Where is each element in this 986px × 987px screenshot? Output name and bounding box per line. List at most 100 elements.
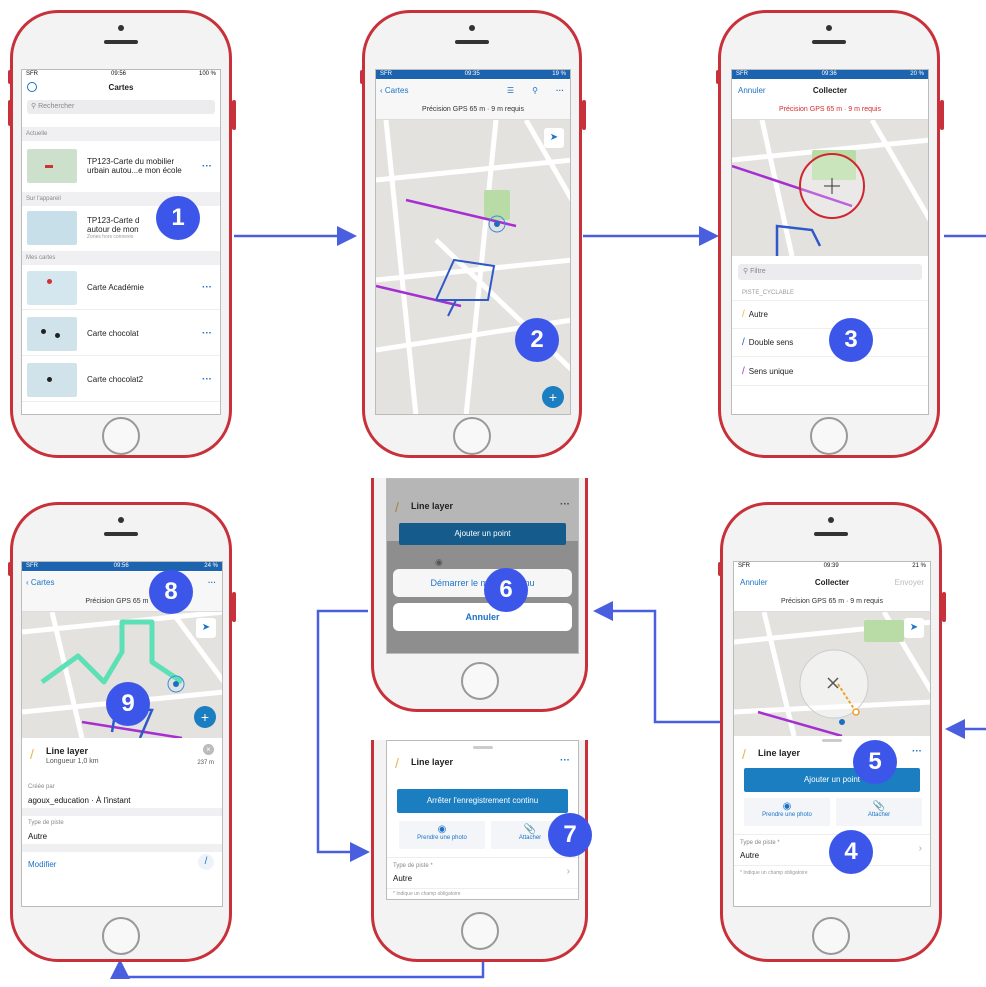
add-feature-button[interactable]: + (542, 386, 564, 408)
required-note: * Indique un champ obligatoire (393, 891, 461, 897)
layers-icon[interactable]: ☰ (507, 86, 514, 95)
filter-input[interactable]: ⚲ Filtre (738, 264, 922, 280)
map-item-mine[interactable]: Carte Académie ··· (22, 266, 220, 310)
side-button (360, 70, 364, 84)
home-button[interactable] (810, 417, 848, 455)
map-item-title-line2: autour de mon (87, 225, 139, 234)
speaker (104, 40, 138, 44)
map-toolbar: ‹ Cartes ☰ ⚲ ··· (376, 80, 570, 100)
back-button[interactable]: ‹ Cartes (380, 86, 408, 95)
locate-icon[interactable]: ➤ (196, 618, 216, 638)
close-icon[interactable]: × (203, 744, 214, 755)
more-icon[interactable]: ··· (560, 755, 570, 766)
edit-pencil-icon[interactable]: / (198, 854, 214, 870)
locate-icon[interactable]: ➤ (904, 618, 924, 638)
cancel-button[interactable]: Annuler (393, 603, 572, 631)
more-icon[interactable]: ··· (202, 328, 212, 339)
start-continuous-button[interactable]: Démarrer le mode continu (393, 569, 572, 597)
arrow-4-6 (593, 601, 722, 724)
home-button[interactable] (460, 912, 499, 950)
speaker (814, 532, 848, 536)
send-button[interactable]: Envoyer (895, 578, 924, 587)
map-item-mine[interactable]: Carte chocolat2 ··· (22, 358, 220, 402)
map-item-title: Carte chocolat (87, 329, 139, 338)
line-symbol-icon: / (742, 337, 745, 348)
line-symbol-icon: / (30, 746, 34, 762)
map-view[interactable] (732, 120, 928, 256)
map-view[interactable]: ➤ + (376, 120, 570, 414)
more-icon[interactable]: ··· (202, 374, 212, 385)
type-value: Autre (393, 874, 413, 883)
search-icon[interactable]: ⚲ (532, 86, 538, 95)
screen-map: SFR 09:35 19 % ‹ Cartes ☰ ⚲ ··· Précision … (375, 69, 571, 415)
home-button[interactable] (460, 662, 499, 700)
divider (22, 808, 222, 816)
add-feature-button[interactable]: + (194, 706, 216, 728)
section-mine: Mes cartes (22, 251, 220, 265)
more-icon[interactable]: ··· (208, 578, 216, 587)
paperclip-icon: 📎 (872, 801, 886, 812)
map-canvas (732, 120, 928, 256)
stop-continuous-button[interactable]: Arrêter l'enregistrement continu (397, 789, 568, 813)
type-label: Type de piste (28, 820, 64, 826)
map-item-title: Carte Académie (87, 283, 144, 292)
home-button[interactable] (453, 417, 491, 455)
type-value: Autre (740, 851, 760, 860)
map-canvas (734, 612, 930, 736)
search-icon: ⚲ (31, 103, 37, 110)
home-button[interactable] (102, 417, 140, 455)
map-thumbnail (27, 316, 77, 351)
camera-icon: ◉ (782, 801, 792, 812)
front-camera (828, 517, 834, 523)
more-icon[interactable]: ··· (556, 86, 564, 95)
take-photo-button[interactable]: ◉ Prendre une photo (399, 821, 485, 849)
map-thumbnail (27, 149, 77, 183)
chevron-right-icon: › (566, 866, 570, 877)
type-option[interactable]: / Sens unique (732, 356, 928, 386)
step-badge-1: 1 (156, 196, 200, 240)
status-bar: SFR 09:36 20 % (732, 70, 928, 79)
more-icon[interactable]: ··· (560, 499, 570, 510)
more-icon[interactable]: ··· (202, 161, 212, 172)
home-button[interactable] (812, 917, 850, 955)
more-icon[interactable]: ··· (912, 746, 922, 757)
type-field[interactable]: Type de piste * Autre › (387, 857, 578, 889)
home-button[interactable] (102, 917, 140, 955)
search-input[interactable]: ⚲ Rechercher (27, 100, 215, 114)
side-button (8, 100, 12, 126)
line-symbol-icon: / (395, 755, 399, 771)
front-camera (469, 25, 475, 31)
map-item-mine[interactable]: Carte chocolat ··· (22, 312, 220, 356)
modify-button[interactable]: Modifier (28, 860, 56, 869)
created-by-value: agoux_education · À l'instant (28, 796, 131, 805)
side-button (718, 562, 722, 576)
speaker (455, 40, 489, 44)
side-button (8, 562, 12, 576)
step-badge-4: 4 (829, 830, 873, 874)
back-button[interactable]: ‹ Cartes (26, 578, 54, 587)
side-button (232, 592, 236, 622)
map-view[interactable]: ➤ (734, 612, 930, 736)
side-button (582, 100, 586, 130)
type-option[interactable]: / Autre (732, 300, 928, 328)
offline-note: Zones hors connexio (87, 234, 134, 240)
attach-button[interactable]: 📎 Attacher (836, 798, 922, 826)
phone-2: SFR 09:35 19 % ‹ Cartes ☰ ⚲ ··· Précision … (362, 10, 582, 458)
layer-name: Line layer (411, 757, 454, 767)
step-badge-9: 9 (106, 682, 150, 726)
page-title: Cartes (108, 83, 134, 92)
line-symbol-icon: / (395, 499, 399, 515)
phone-4: SFR 09:39 21 % Annuler Collecter Envoyer P… (720, 502, 942, 962)
line-collect-panel: / Line layer ··· Ajouter un point ◉ Pren… (734, 736, 930, 906)
screen-collect: SFR 09:36 20 % Annuler Collecter Précision… (731, 69, 929, 415)
map-item-current[interactable]: TP123-Carte du mobilier urbain autou...e… (22, 142, 220, 190)
type-label: Type de piste * (740, 840, 780, 846)
locate-icon[interactable]: ➤ (544, 128, 564, 148)
required-note: * Indique un champ obligatoire (740, 870, 808, 876)
divider (22, 844, 222, 852)
take-photo-button[interactable]: ◉ Prendre une photo (744, 798, 830, 826)
screen-cartes-list: SFR 09:56 100 % Cartes ⚲ Rechercher Actuel… (21, 69, 221, 415)
side-button (8, 70, 12, 84)
more-icon[interactable]: ··· (202, 282, 212, 293)
front-camera (118, 517, 124, 523)
